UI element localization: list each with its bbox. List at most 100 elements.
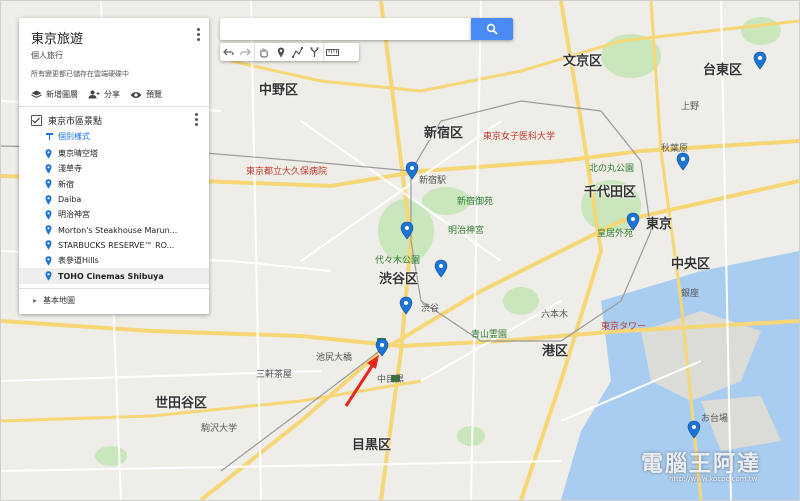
add-layer-label: 新增圖層	[46, 90, 78, 99]
add-layer-button[interactable]: 新增圖層	[31, 89, 78, 100]
add-marker-button[interactable]	[272, 43, 289, 61]
ward-label-shinjuku: 新宿区	[424, 126, 464, 141]
undo-button[interactable]	[220, 43, 237, 61]
location-pin-icon	[45, 240, 52, 251]
measure-button[interactable]	[323, 43, 341, 61]
place-label-ueno: 上野	[681, 102, 700, 112]
place-label-tokyo-tower: 東京タワー	[601, 322, 647, 332]
ward-label-minato: 港区	[542, 344, 569, 359]
share-button[interactable]: 分享	[88, 89, 120, 100]
place-label: 東京晴空塔	[58, 149, 98, 159]
hand-icon	[259, 48, 268, 57]
location-pin-icon	[45, 194, 52, 205]
marker-icon	[277, 47, 284, 57]
location-pin-icon	[45, 148, 52, 159]
share-label: 分享	[104, 90, 120, 99]
location-pin-icon	[45, 271, 52, 281]
place-label-shibuya-station: 渋谷	[421, 304, 440, 314]
ward-label-chuo: 中央区	[671, 257, 711, 272]
route-icon	[310, 47, 319, 57]
place-label: Daiba	[58, 195, 82, 205]
draw-line-button[interactable]	[289, 43, 306, 61]
hand-tool-button[interactable]	[254, 43, 272, 61]
list-item[interactable]: 新宿	[19, 177, 209, 192]
layer-section: 東京市區景點 個別樣式 東京晴空塔淺草寺新宿 Daiba 明治神宮 Morton's …	[19, 107, 209, 289]
ward-label-bunkyo: 文京区	[563, 54, 603, 69]
place-list: 東京晴空塔淺草寺新宿 Daiba 明治神宮 Morton's Steakhouse M…	[19, 146, 209, 284]
place-label: Morton's Steakhouse Marun...	[58, 225, 178, 235]
list-item[interactable]: Morton's Steakhouse Marun...	[19, 222, 209, 237]
expand-arrow-icon: ▸	[33, 295, 38, 305]
map-toolbar	[220, 43, 359, 61]
list-item[interactable]: STARBUCKS RESERVE™ RO...	[19, 238, 209, 253]
place-label-meiji-shrine: 明治神宮	[448, 226, 485, 236]
place-label-imperial: 皇居外苑	[597, 229, 634, 239]
add-directions-button[interactable]	[306, 43, 323, 61]
map-legend-panel: 東京旅遊 個人旅行 所有變更都已儲存在雲端硬碟中 新增圖層 分享 預覽 東京市區…	[19, 18, 209, 314]
person-add-icon	[88, 90, 100, 99]
list-item[interactable]: Daiba	[19, 192, 209, 207]
place-label: TOHO Cinemas Shibuya	[58, 271, 164, 281]
ward-label-tokyo: 東京	[646, 217, 673, 232]
preview-button[interactable]: 預覽	[130, 89, 162, 100]
place-label-tokyo-med: 東京女子医科大学	[483, 132, 556, 142]
ward-label-shibuya: 渋谷区	[379, 272, 419, 287]
location-pin-icon	[45, 225, 52, 235]
list-item[interactable]: 淺草寺	[19, 161, 209, 176]
preview-label: 預覽	[146, 90, 162, 99]
search-icon	[486, 23, 498, 35]
place-label: 表參道Hills	[58, 256, 99, 266]
map-title[interactable]: 東京旅遊	[31, 28, 199, 47]
place-label-hospital: 東京都立大久保病院	[246, 167, 328, 177]
ruler-icon	[326, 48, 339, 56]
save-status: 所有變更都已儲存在雲端硬碟中	[31, 70, 129, 78]
place-label-sangenjaya: 三軒茶屋	[256, 370, 293, 380]
map-description[interactable]: 個人旅行	[31, 50, 199, 61]
list-item[interactable]: 明治神宮	[19, 207, 209, 222]
place-label-akihabara: 秋葉原	[661, 144, 689, 154]
place-label-aoyama: 青山霊園	[471, 330, 508, 340]
draw-line-icon	[292, 46, 303, 58]
redo-icon	[240, 48, 251, 55]
place-label-kitanomaru: 北の丸公園	[589, 164, 635, 174]
search-button[interactable]	[471, 18, 513, 40]
undo-icon	[223, 48, 234, 55]
layer-visibility-checkbox[interactable]	[31, 114, 42, 126]
ward-label-setagaya: 世田谷区	[155, 396, 208, 411]
ward-label-taito: 台東区	[703, 63, 743, 78]
place-label-nakameguro: 中目黒	[377, 375, 405, 385]
more-vert-icon	[195, 113, 198, 116]
place-label-yoyogi-park: 代々木公園	[375, 256, 421, 266]
location-pin-icon	[45, 256, 52, 266]
search-input[interactable]	[226, 19, 470, 42]
place-label: 明治神宮	[58, 210, 90, 220]
place-label-ikejiri: 池尻大橋	[316, 353, 353, 363]
ward-label-nakano: 中野区	[259, 83, 299, 98]
list-item[interactable]: 東京晴空塔	[19, 146, 209, 161]
layers-icon	[31, 90, 42, 99]
ward-label-chiyoda: 千代田区	[584, 185, 637, 200]
watermark-url: http://www.kocpc.com.tw	[669, 475, 758, 483]
eye-icon	[130, 91, 142, 98]
place-label: STARBUCKS RESERVE™ RO...	[58, 240, 175, 250]
place-label-shinjuku-station: 新宿駅	[419, 176, 447, 186]
watermark-text: 電腦王阿達	[641, 452, 762, 477]
paint-style-icon	[46, 133, 53, 140]
location-pin-icon	[45, 179, 52, 189]
place-label-roppongi: 六本木	[541, 310, 569, 320]
list-item[interactable]: 表參道Hills	[19, 253, 209, 268]
layer-options-button[interactable]	[195, 113, 199, 127]
place-label: 淺草寺	[58, 164, 82, 174]
layer-style-link[interactable]: 個別樣式	[19, 127, 209, 146]
place-label-ginza: 銀座	[681, 289, 700, 299]
search-box[interactable]	[220, 18, 471, 42]
list-item[interactable]: TOHO Cinemas Shibuya	[19, 268, 209, 284]
base-map-toggle[interactable]: ▸ 基本地圖	[19, 289, 209, 314]
ward-label-meguro: 目黒区	[352, 438, 392, 453]
location-pin-icon	[45, 164, 52, 174]
redo-button[interactable]	[237, 43, 254, 61]
more-vert-icon	[197, 28, 200, 31]
layer-name[interactable]: 東京市區景點	[48, 114, 102, 127]
map-options-button[interactable]	[197, 28, 201, 42]
place-label-gyoen: 新宿御苑	[457, 197, 494, 207]
